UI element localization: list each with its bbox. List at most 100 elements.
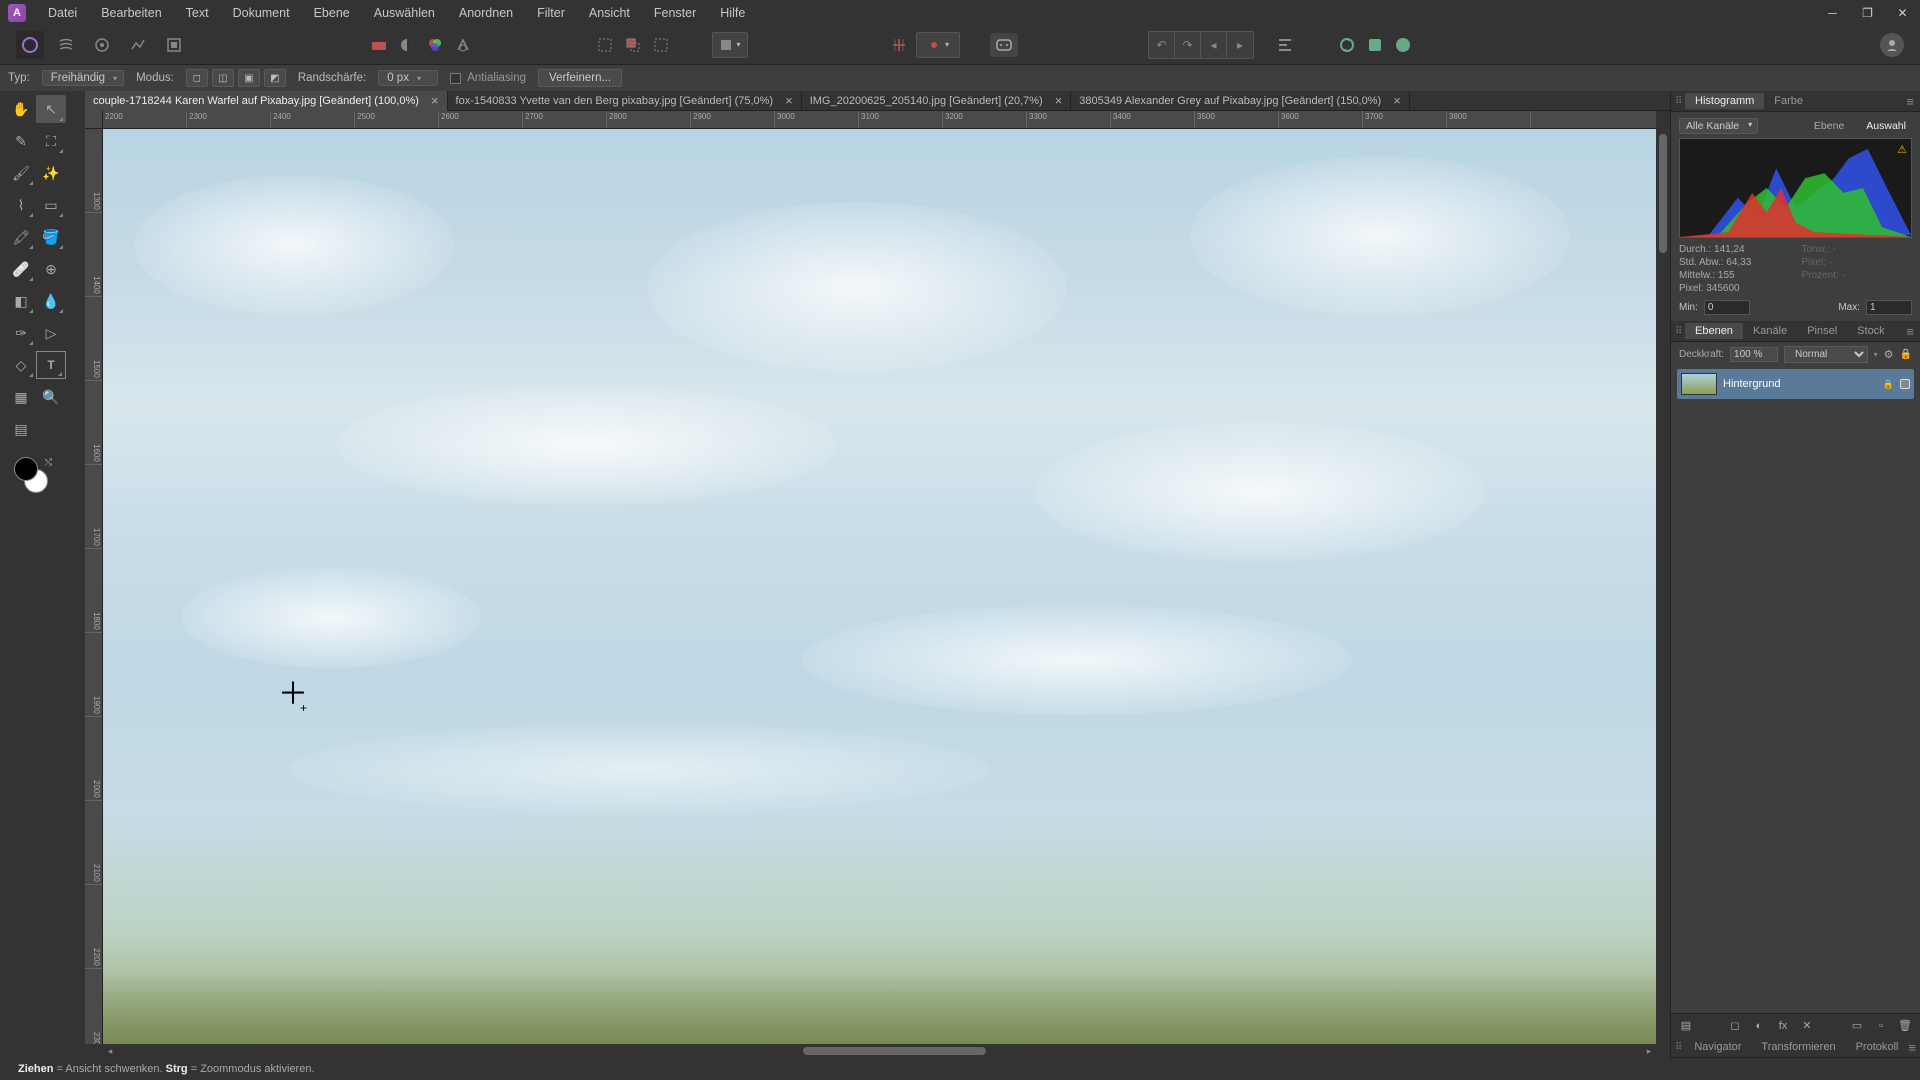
close-icon[interactable]: ×: [785, 93, 793, 108]
foreground-color-swatch[interactable]: [14, 457, 38, 481]
scrollbar-horizontal[interactable]: ◂▸: [103, 1044, 1656, 1058]
scrollbar-vertical[interactable]: [1656, 129, 1670, 1044]
opacity-input[interactable]: [1730, 347, 1778, 362]
menu-ansicht[interactable]: Ansicht: [577, 2, 642, 24]
close-icon[interactable]: ×: [431, 93, 439, 108]
autowb-icon[interactable]: [452, 34, 474, 56]
delete-layer-icon[interactable]: 🗑: [1896, 1017, 1914, 1035]
ruler-origin[interactable]: [85, 111, 103, 129]
canvas[interactable]: 2200230024002500260027002800290030003100…: [85, 111, 1670, 1058]
undo-button[interactable]: ↶: [1149, 32, 1175, 58]
selection-brush-tool-icon[interactable]: 🖌: [6, 159, 36, 187]
histo-ebene-button[interactable]: Ebene: [1808, 119, 1850, 133]
mode-new-button[interactable]: ◻: [186, 69, 208, 87]
tab-pinsel[interactable]: Pinsel: [1797, 323, 1847, 339]
hand-tool-icon[interactable]: ✋: [6, 95, 36, 123]
tab-navigator[interactable]: Navigator: [1684, 1039, 1751, 1055]
mode-intersect-button[interactable]: ◩: [264, 69, 286, 87]
menu-auswaehlen[interactable]: Auswählen: [362, 2, 447, 24]
snap-options-dropdown[interactable]: ▾: [916, 32, 960, 58]
lock-icon[interactable]: 🔒: [1883, 379, 1894, 390]
redo-button[interactable]: ↷: [1175, 32, 1201, 58]
persona-develop-icon[interactable]: [88, 31, 116, 59]
history-back-button[interactable]: ◂: [1201, 32, 1227, 58]
panel-drag-icon[interactable]: ⠿: [1675, 326, 1683, 337]
autocontrast-icon[interactable]: [396, 34, 418, 56]
document-tab[interactable]: fox-1540833 Yvette van den Berg pixabay.…: [448, 91, 802, 111]
menu-hilfe[interactable]: Hilfe: [708, 2, 757, 24]
stock-icon[interactable]: [1392, 34, 1414, 56]
healing-tool-icon[interactable]: 🩹: [6, 255, 36, 283]
quickmask-dropdown[interactable]: ▾: [712, 32, 748, 58]
min-input[interactable]: [1704, 300, 1750, 315]
layer-fx-icon[interactable]: ⚙: [1884, 348, 1894, 361]
group-layer-icon[interactable]: ▭: [1848, 1017, 1866, 1035]
scrollbar-thumb[interactable]: [803, 1047, 986, 1055]
selection-add-icon[interactable]: [622, 34, 644, 56]
tab-ebenen[interactable]: Ebenen: [1685, 323, 1743, 339]
tab-protokoll[interactable]: Protokoll: [1846, 1039, 1909, 1055]
addon-icon[interactable]: [1364, 34, 1386, 56]
crop-tool-icon[interactable]: ⛶: [36, 127, 66, 155]
erase-tool-icon[interactable]: ◧: [6, 287, 36, 315]
rand-input[interactable]: 0 px: [378, 70, 438, 86]
minimize-button[interactable]: ─: [1815, 0, 1850, 25]
panel-menu-icon[interactable]: ≡: [1908, 1040, 1916, 1055]
menu-text[interactable]: Text: [174, 2, 221, 24]
menu-datei[interactable]: Datei: [36, 2, 89, 24]
text-tool-icon[interactable]: T: [36, 351, 66, 379]
document-tab[interactable]: IMG_20200625_205140.jpg [Geändert] (20,7…: [802, 91, 1072, 111]
flood-select-tool-icon[interactable]: ✨: [36, 159, 66, 187]
snap-toggle-icon[interactable]: [888, 34, 910, 56]
view-tool-icon[interactable]: ▤: [6, 415, 36, 443]
tab-transformieren[interactable]: Transformieren: [1751, 1039, 1845, 1055]
move-tool-icon[interactable]: ↖: [36, 95, 66, 123]
menu-anordnen[interactable]: Anordnen: [447, 2, 525, 24]
sync-icon[interactable]: [1336, 34, 1358, 56]
typ-dropdown[interactable]: Freihändig: [42, 70, 124, 86]
selection-subtract-icon[interactable]: [650, 34, 672, 56]
maximize-button[interactable]: ❐: [1850, 0, 1885, 25]
close-icon[interactable]: ×: [1055, 93, 1063, 108]
tab-farbe[interactable]: Farbe: [1764, 93, 1813, 109]
account-avatar-icon[interactable]: [1880, 33, 1904, 57]
add-layer-icon[interactable]: ▫: [1872, 1017, 1890, 1035]
mesh-tool-icon[interactable]: ▦: [6, 383, 36, 411]
marquee-tool-icon[interactable]: ▭: [36, 191, 66, 219]
panel-menu-icon[interactable]: ≡: [1906, 94, 1914, 109]
autocorrect-icon[interactable]: [368, 34, 390, 56]
menu-ebene[interactable]: Ebene: [302, 2, 362, 24]
histo-auswahl-button[interactable]: Auswahl: [1860, 119, 1912, 133]
tab-stock[interactable]: Stock: [1847, 323, 1895, 339]
swap-colors-icon[interactable]: ⤭: [45, 457, 52, 468]
freehand-select-tool-icon[interactable]: ⌇: [6, 191, 36, 219]
document-tab[interactable]: 3805349 Alexander Grey auf Pixabay.jpg […: [1071, 91, 1409, 111]
panel-drag-icon[interactable]: ⠿: [1675, 96, 1683, 107]
pen-tool-icon[interactable]: ✑: [6, 319, 36, 347]
max-input[interactable]: [1866, 300, 1912, 315]
panel-drag-icon[interactable]: ⠿: [1675, 1042, 1682, 1053]
menu-dokument[interactable]: Dokument: [221, 2, 302, 24]
layer-lock-icon[interactable]: 🔒: [1900, 349, 1912, 360]
layer-visibility-checkbox[interactable]: [1900, 379, 1910, 389]
paint-brush-tool-icon[interactable]: 🖍: [6, 223, 36, 251]
layer-filter-icon[interactable]: ▤: [1677, 1017, 1695, 1035]
persona-tone-icon[interactable]: [124, 31, 152, 59]
document-tab[interactable]: couple-1718244 Karen Warfel auf Pixabay.…: [85, 91, 448, 111]
add-fx-icon[interactable]: fx: [1774, 1017, 1792, 1035]
fill-tool-icon[interactable]: 🪣: [36, 223, 66, 251]
color-picker-tool-icon[interactable]: ✎: [6, 127, 36, 155]
panel-menu-icon[interactable]: ≡: [1906, 324, 1914, 339]
scrollbar-thumb[interactable]: [1659, 134, 1667, 253]
zoom-tool-icon[interactable]: 🔍: [36, 383, 66, 411]
dodge-tool-icon[interactable]: 💧: [36, 287, 66, 315]
persona-liquify-icon[interactable]: [52, 31, 80, 59]
channel-dropdown[interactable]: Alle Kanäle: [1679, 118, 1758, 134]
assistant-icon[interactable]: [990, 33, 1018, 57]
shape-tool-icon[interactable]: ◇: [6, 351, 36, 379]
add-live-icon[interactable]: ✕: [1798, 1017, 1816, 1035]
mode-add-button[interactable]: ◫: [212, 69, 234, 87]
color-swatches[interactable]: ⤭: [14, 457, 54, 497]
menu-fenster[interactable]: Fenster: [642, 2, 708, 24]
align-icon[interactable]: [1274, 34, 1296, 56]
